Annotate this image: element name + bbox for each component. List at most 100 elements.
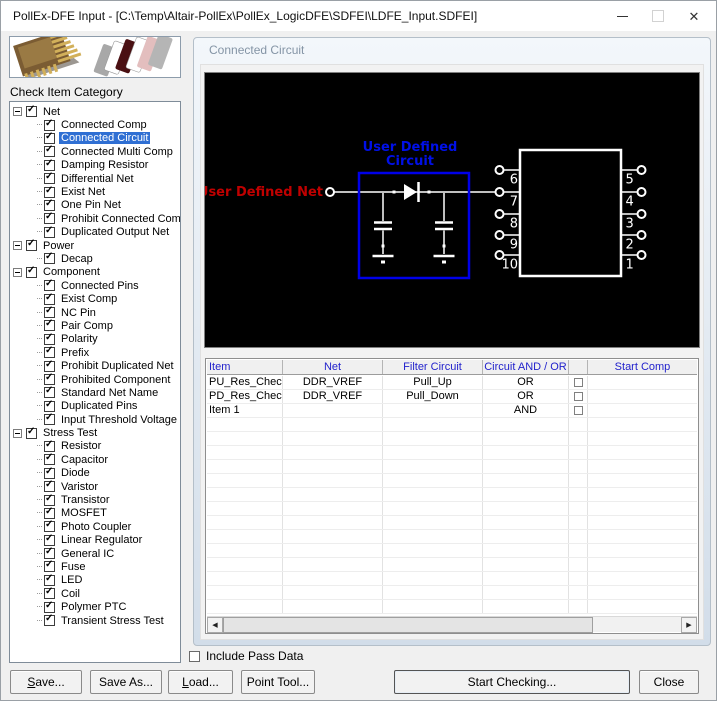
cell-start[interactable] [588, 376, 697, 389]
cell-andor[interactable]: AND [483, 404, 569, 417]
maximize-button[interactable] [641, 1, 675, 31]
checkbox-icon[interactable]: ✓ [44, 573, 55, 586]
tree-item-label[interactable]: Polarity [59, 333, 100, 345]
checkbox-icon[interactable]: ✓ [44, 305, 55, 319]
checkbox-icon[interactable]: ✓ [44, 452, 55, 466]
checkbox-icon[interactable]: ✓ [44, 519, 55, 533]
checkbox-icon[interactable]: ✓ [44, 131, 55, 144]
tree-item-label[interactable]: LED [59, 574, 84, 586]
tree-item-prefix[interactable]: ✓ Prefix [10, 345, 180, 359]
checkbox-icon[interactable]: ✓ [44, 171, 55, 185]
minimize-button[interactable] [605, 1, 639, 31]
include-pass-data-checkbox[interactable] [189, 650, 200, 662]
tree-item-label[interactable]: Input Threshold Voltage [59, 414, 179, 426]
checkbox-icon[interactable]: ✓ [44, 359, 55, 372]
checkbox-icon[interactable]: ✓ [26, 104, 37, 118]
tree-item-exist-net[interactable]: ✓ Exist Net [10, 185, 180, 198]
cell-net[interactable]: DDR_VREF [283, 390, 383, 403]
checkbox-icon[interactable]: ✓ [44, 493, 55, 506]
collapse-expander-icon[interactable] [13, 428, 22, 438]
checkbox-icon[interactable]: ✓ [44, 345, 55, 359]
cell-checked[interactable] [569, 390, 588, 403]
tree-item-general-ic[interactable]: ✓ General IC [10, 546, 180, 560]
tree-item-resistor[interactable]: ✓ Resistor [10, 439, 180, 453]
checkbox-icon[interactable]: ✓ [44, 198, 55, 211]
cell-andor[interactable]: OR [483, 376, 569, 389]
tree-item-decap[interactable]: ✓ Decap [10, 251, 180, 265]
tree-item-label[interactable]: Polymer PTC [59, 601, 128, 613]
tree-item-label[interactable]: Pair Comp [59, 320, 115, 332]
checkbox-icon[interactable]: ✓ [44, 225, 55, 238]
tree-item-label[interactable]: Prefix [59, 347, 91, 359]
tree-item-photo-coupler[interactable]: ✓ Photo Coupler [10, 519, 180, 533]
cell-item[interactable]: PD_Res_Check [207, 390, 283, 403]
tree-item-label[interactable]: MOSFET [59, 507, 109, 519]
tree-item-exist-comp[interactable]: ✓ Exist Comp [10, 292, 180, 305]
tree-item-label[interactable]: Power [41, 240, 76, 252]
checkbox-icon[interactable]: ✓ [44, 586, 55, 600]
tree-item-net[interactable]: ✓ Net [10, 104, 180, 118]
tree-item-label[interactable]: Exist Net [59, 186, 107, 198]
tree-item-component[interactable]: ✓ Component [10, 265, 180, 279]
collapse-expander-icon[interactable] [13, 107, 22, 117]
checkbox-icon[interactable]: ✓ [44, 559, 55, 573]
checkbox-icon[interactable]: ✓ [44, 385, 55, 399]
checkbox-icon[interactable]: ✓ [44, 412, 55, 426]
tree-item-label[interactable]: Prohibited Component [59, 374, 172, 386]
tree-item-label[interactable]: Resistor [59, 440, 103, 452]
checkbox-icon[interactable]: ✓ [44, 372, 55, 385]
tree-item-prohibited-component[interactable]: ✓ Prohibited Component [10, 372, 180, 386]
tree-item-label[interactable]: Prohibit Duplicated Net [59, 360, 176, 372]
tree-item-transient-stress-test[interactable]: ✓ Transient Stress Test [10, 613, 180, 627]
column-header-net[interactable]: Net [283, 360, 383, 374]
save-as-button[interactable]: Save As... [90, 670, 162, 694]
tree-item-label[interactable]: Connected Pins [59, 280, 141, 292]
cell-checked[interactable] [569, 376, 588, 389]
checkbox-icon[interactable]: ✓ [44, 118, 55, 131]
tree-item-stress-test[interactable]: ✓ Stress Test [10, 426, 180, 439]
cell-filter[interactable] [383, 404, 483, 417]
tree-item-coil[interactable]: ✓ Coil [10, 586, 180, 600]
tree-item-fuse[interactable]: ✓ Fuse [10, 559, 180, 573]
tree-item-label[interactable]: Photo Coupler [59, 521, 133, 533]
tree-item-varistor[interactable]: ✓ Varistor [10, 479, 180, 493]
cell-filter[interactable]: Pull_Up [383, 376, 483, 389]
column-header-item[interactable]: Item [207, 360, 283, 374]
tree-item-prohibit-connected-comp[interactable]: ✓ Prohibit Connected Comp [10, 211, 180, 225]
horizontal-scrollbar[interactable]: ◀ ▶ [207, 616, 697, 633]
checkbox-icon[interactable]: ✓ [44, 399, 55, 412]
tree-item-capacitor[interactable]: ✓ Capacitor [10, 452, 180, 466]
checkbox-icon[interactable]: ✓ [44, 332, 55, 345]
tree-item-prohibit-duplicated-net[interactable]: ✓ Prohibit Duplicated Net [10, 359, 180, 372]
tree-item-label[interactable]: Duplicated Output Net [59, 226, 171, 238]
tree-item-label[interactable]: Diode [59, 467, 92, 479]
tree-item-linear-regulator[interactable]: ✓ Linear Regulator [10, 533, 180, 547]
tree-item-label[interactable]: Net [41, 106, 62, 118]
tree-item-polymer-ptc[interactable]: ✓ Polymer PTC [10, 600, 180, 613]
checkbox-icon[interactable]: ✓ [44, 158, 55, 171]
tree-item-label[interactable]: Fuse [59, 561, 87, 573]
column-header-check[interactable] [569, 360, 588, 374]
cell-filter[interactable]: Pull_Down [383, 390, 483, 403]
load-button[interactable]: Load... [168, 670, 233, 694]
column-header-circuit-and-or[interactable]: Circuit AND / OR [483, 360, 569, 374]
tree-item-label[interactable]: Differential Net [59, 173, 136, 185]
tree-item-label[interactable]: Capacitor [59, 454, 110, 466]
checkbox-icon[interactable]: ✓ [44, 600, 55, 613]
tree-item-label[interactable]: One Pin Net [59, 199, 123, 211]
tree-item-label[interactable]: Connected Circuit [59, 132, 151, 145]
tree-item-pair-comp[interactable]: ✓ Pair Comp [10, 318, 180, 332]
checkbox-icon[interactable]: ✓ [44, 318, 55, 332]
tree-item-diode[interactable]: ✓ Diode [10, 466, 180, 480]
checkbox-icon[interactable]: ✓ [44, 506, 55, 519]
tree-item-label[interactable]: NC Pin [59, 307, 98, 319]
cell-andor[interactable]: OR [483, 390, 569, 403]
cell-net[interactable] [283, 404, 383, 417]
tree-item-label[interactable]: Connected Comp [59, 119, 149, 131]
tree-item-standard-net-name[interactable]: ✓ Standard Net Name [10, 385, 180, 399]
tree-item-duplicated-pins[interactable]: ✓ Duplicated Pins [10, 399, 180, 413]
cell-checked[interactable] [569, 404, 588, 417]
close-dialog-button[interactable]: Close [639, 670, 699, 694]
check-item-tree[interactable]: ✓ Net ✓ Connected Comp ✓ Connected Circuit ✓ Co… [9, 101, 181, 663]
include-pass-data-option[interactable]: Include Pass Data [189, 649, 303, 663]
